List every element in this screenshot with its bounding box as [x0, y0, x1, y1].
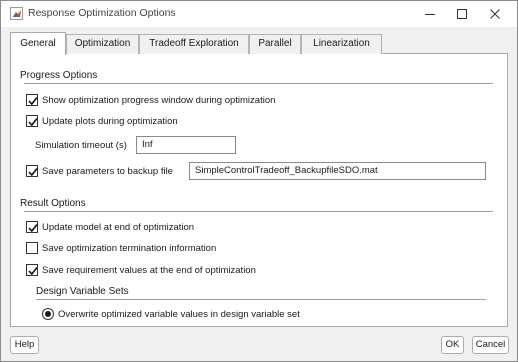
- tab-linearization[interactable]: Linearization: [301, 34, 382, 54]
- overwrite-label: Overwrite optimized variable values in d…: [58, 308, 300, 320]
- timeout-input[interactable]: Inf: [136, 136, 236, 154]
- options-dialog: Response Optimization Options General Op…: [0, 0, 518, 362]
- design-variable-sets-title: Design Variable Sets: [36, 286, 129, 297]
- ok-button[interactable]: OK: [441, 336, 464, 354]
- timeout-label: Simulation timeout (s): [35, 140, 127, 151]
- tab-strip: General Optimization Tradeoff Exploratio…: [10, 32, 508, 55]
- help-button[interactable]: Help: [10, 336, 39, 354]
- checkmark-icon: [28, 168, 38, 177]
- progress-options-title: Progress Options: [20, 70, 98, 81]
- update-plots-option[interactable]: Update plots during optimization: [26, 114, 178, 128]
- radio-selected-dot: [45, 311, 51, 317]
- checkmark-icon: [28, 224, 38, 233]
- tab-tradeoff-exploration[interactable]: Tradeoff Exploration: [139, 34, 249, 54]
- save-termination-label: Save optimization termination informatio…: [42, 242, 217, 254]
- tab-general[interactable]: General: [10, 32, 66, 55]
- save-termination-checkbox[interactable]: [26, 242, 38, 254]
- show-progress-checkbox[interactable]: [26, 94, 38, 106]
- maximize-icon: [457, 9, 467, 19]
- checkmark-icon: [28, 97, 38, 106]
- save-requirements-option[interactable]: Save requirement values at the end of op…: [26, 263, 256, 277]
- show-progress-label: Show optimization progress window during…: [42, 94, 276, 106]
- tab-parallel[interactable]: Parallel: [249, 34, 301, 54]
- window-title: Response Optimization Options: [28, 7, 176, 19]
- minimize-button[interactable]: [414, 1, 446, 27]
- design-variable-sets-divider: [36, 299, 486, 300]
- tab-optimization[interactable]: Optimization: [66, 34, 139, 54]
- checkmark-icon: [28, 118, 38, 127]
- maximize-button[interactable]: [446, 1, 478, 27]
- checkmark-icon: [28, 267, 38, 276]
- result-options-title: Result Options: [20, 198, 86, 209]
- update-model-checkbox[interactable]: [26, 221, 38, 233]
- minimize-icon: [425, 14, 435, 15]
- backup-file-input[interactable]: SimpleControlTradeoff_BackupfileSDO.mat: [189, 162, 486, 180]
- update-plots-label: Update plots during optimization: [42, 115, 178, 127]
- save-requirements-checkbox[interactable]: [26, 264, 38, 276]
- result-options-divider: [24, 211, 493, 212]
- save-params-checkbox[interactable]: [26, 165, 38, 177]
- update-plots-checkbox[interactable]: [26, 115, 38, 127]
- progress-options-divider: [24, 83, 493, 84]
- update-model-label: Update model at end of optimization: [42, 221, 195, 233]
- save-params-label: Save parameters to backup file: [42, 165, 173, 177]
- save-requirements-label: Save requirement values at the end of op…: [42, 264, 256, 276]
- save-termination-option[interactable]: Save optimization termination informatio…: [26, 241, 216, 255]
- show-progress-option[interactable]: Show optimization progress window during…: [26, 93, 275, 107]
- save-params-option[interactable]: Save parameters to backup file: [26, 164, 173, 178]
- overwrite-radio[interactable]: [42, 308, 54, 320]
- matlab-icon: [10, 7, 23, 20]
- close-icon: [490, 9, 500, 19]
- close-button[interactable]: [479, 1, 511, 27]
- update-model-option[interactable]: Update model at end of optimization: [26, 220, 194, 234]
- title-bar[interactable]: Response Optimization Options: [1, 1, 517, 27]
- overwrite-option[interactable]: Overwrite optimized variable values in d…: [42, 307, 300, 321]
- cancel-button[interactable]: Cancel: [472, 336, 509, 354]
